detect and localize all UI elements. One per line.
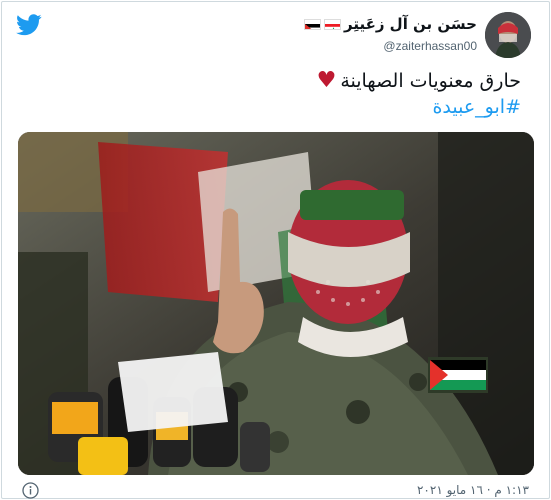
tweet-timestamp[interactable]: ١:١٣ م · ١٦ مايو ٢٠٢١ (417, 483, 529, 497)
tweet-card[interactable]: حسَن بن آل زعَيتِر @zaiterhassan00 حارق … (1, 1, 550, 499)
author-info[interactable]: حسَن بن آل زعَيتِر @zaiterhassan00 (304, 14, 477, 53)
tweet-text: حارق معنويات الصهاينة (340, 70, 521, 92)
display-name-row: حسَن بن آل زعَيتِر (304, 14, 477, 34)
twitter-bird-icon[interactable] (16, 14, 42, 36)
palestine-flag-icon (304, 18, 321, 30)
tweet-footer: ١:١٣ م · ١٦ مايو ٢٠٢١ (18, 482, 533, 500)
heart-icon: ♥ (316, 68, 337, 93)
author-handle[interactable]: @zaiterhassan00 (304, 39, 477, 53)
tweet-body: حارق معنويات الصهاينة ♥ #ابو_عبيدة (317, 68, 521, 120)
tweet-text-line: حارق معنويات الصهاينة ♥ (317, 68, 521, 94)
avatar[interactable] (485, 12, 531, 58)
hashtag-link[interactable]: #ابو_عبيدة (317, 94, 521, 120)
tweet-header: حسَن بن آل زعَيتِر @zaiterhassan00 (16, 12, 535, 60)
author-display-name[interactable]: حسَن بن آل زعَيتِر (344, 15, 477, 33)
tweet-photo[interactable] (18, 132, 534, 475)
lebanon-flag-icon (324, 18, 341, 30)
info-icon[interactable] (22, 482, 39, 499)
